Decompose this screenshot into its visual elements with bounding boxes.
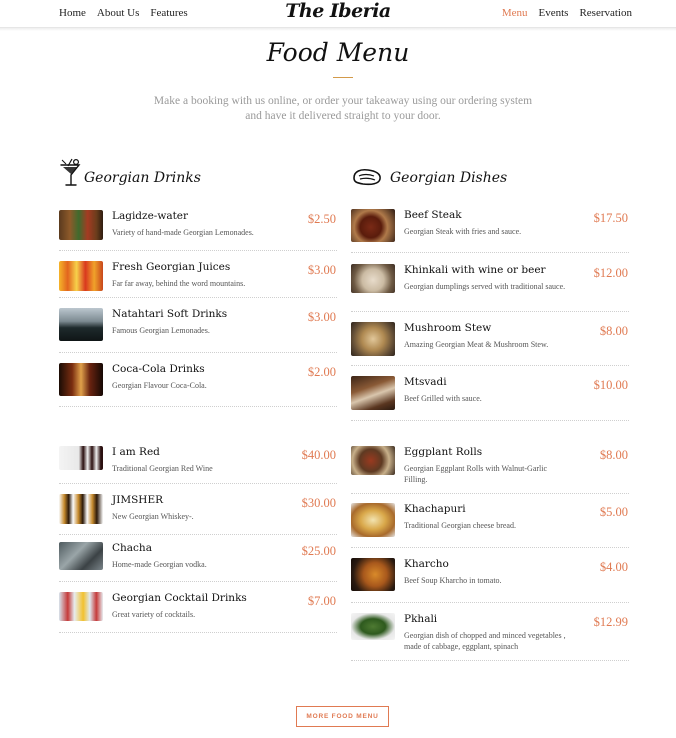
item-price: $2.50 [307,212,336,226]
item-name: Khinkali with wine or beer [404,264,546,276]
item-description: Georgian Steak with fries and sauce. [404,227,522,236]
title-divider [333,77,353,78]
item-photo [351,613,395,640]
item-name: Mushroom Stew [404,322,492,334]
item-name: Beef Steak [404,209,462,221]
item-description: Traditional Georgian Red Wine [112,464,213,473]
item-price: $12.00 [593,266,628,280]
item-description: Georgian dumplings served with tradition… [404,282,566,291]
item-name: I am Red [112,446,160,458]
dishes-section-header: Georgian Dishes [351,163,629,203]
item-price: $8.00 [599,324,628,338]
item-photo [351,376,395,410]
item-description: Far far away, behind the word mountains. [112,279,246,288]
item-description: Home-made Georgian vodka. [112,560,207,569]
menu-item[interactable]: Khinkali with wine or beer Georgian dump… [351,264,629,312]
item-description: Variety of hand-made Georgian Lemonades. [112,228,254,237]
item-description: Traditional Georgian cheese bread. [404,521,516,530]
item-price: $4.00 [599,560,628,574]
item-price: $7.00 [307,594,336,608]
item-name: Georgian Cocktail Drinks [112,592,247,604]
menu-item[interactable]: Khachapuri Traditional Georgian cheese b… [351,503,629,548]
item-price: $17.50 [593,211,628,225]
menu-item[interactable]: I am Red Traditional Georgian Red Wine $… [59,446,337,484]
item-description: Beef Soup Kharcho in tomato. [404,576,502,585]
item-price: $40.00 [301,448,336,462]
more-food-menu-button[interactable]: MORE FOOD MENU [296,706,389,727]
item-photo [351,209,395,242]
item-name: Chacha [112,542,152,554]
nav-link-menu[interactable]: Menu [502,7,528,19]
item-photo [59,592,103,621]
page-title: Food Menu [266,38,410,67]
intro-text: Make a booking with us online, or order … [153,95,533,122]
menu-item[interactable]: Coca-Cola Drinks Georgian Flavour Coca-C… [59,363,337,407]
item-description: Georgian Flavour Coca-Cola. [112,381,207,390]
dishes-column: Georgian Dishes Beef Steak Georgian Stea… [351,163,629,661]
item-name: Khachapuri [404,503,466,515]
menu-item[interactable]: Beef Steak Georgian Steak with fries and… [351,209,629,253]
item-description: Georgian Eggplant Rolls with Walnut-Garl… [404,464,548,484]
item-name: Natahtari Soft Drinks [112,308,228,320]
menu-item[interactable]: JIMSHER New Georgian Whiskey-. $30.00 [59,494,337,535]
nav-right-links: Menu Events Reservation [502,7,632,19]
item-price: $3.00 [307,310,336,324]
item-name: Kharcho [404,558,449,570]
item-name: Lagidze-water [112,210,189,222]
item-photo [351,446,395,475]
item-photo [351,322,395,356]
menu-item[interactable]: Fresh Georgian Juices Far far away, behi… [59,261,337,298]
item-photo [59,210,103,240]
menu-item[interactable]: Eggplant Rolls Georgian Eggplant Rolls w… [351,446,629,494]
menu-item[interactable]: Mtsvadi Beef Grilled with sauce. $10.00 [351,376,629,421]
top-navigation: Home About Us Features The Iberia Menu E… [0,0,676,28]
item-price: $5.00 [599,505,628,519]
item-name: Coca-Cola Drinks [112,363,205,375]
item-price: $2.00 [307,365,336,379]
cocktail-icon [59,157,81,193]
item-photo [59,261,103,291]
menu-item[interactable]: Georgian Cocktail Drinks Great variety o… [59,592,337,633]
steak-icon [351,167,383,191]
item-price: $3.00 [307,263,336,277]
item-photo [351,558,395,591]
menu-item[interactable]: Kharcho Beef Soup Kharcho in tomato. $4.… [351,558,629,603]
menu-item[interactable]: Natahtari Soft Drinks Famous Georgian Le… [59,308,337,353]
item-name: Pkhali [404,613,438,625]
item-description: Georgian dish of chopped and minced vege… [404,631,566,651]
item-price: $8.00 [599,448,628,462]
item-photo [59,363,103,396]
nav-divider [0,28,676,31]
item-price: $30.00 [301,496,336,510]
item-price: $25.00 [301,544,336,558]
item-price: $12.99 [593,615,628,629]
nav-link-events[interactable]: Events [539,7,569,19]
item-name: Eggplant Rolls [404,446,483,458]
item-name: Mtsvadi [404,376,447,388]
item-photo [351,503,395,537]
drinks-section-title: Georgian Drinks [84,170,201,186]
item-name: Fresh Georgian Juices [112,261,231,273]
item-photo [59,446,103,470]
item-photo [59,494,103,524]
item-price: $10.00 [593,378,628,392]
item-photo [351,264,395,293]
item-name: JIMSHER [112,494,164,506]
item-description: New Georgian Whiskey-. [112,512,194,521]
item-photo [59,542,103,570]
nav-link-reservation[interactable]: Reservation [579,7,632,19]
item-description: Amazing Georgian Meat & Mushroom Stew. [404,340,549,349]
item-photo [59,308,103,341]
menu-item[interactable]: Chacha Home-made Georgian vodka. $25.00 [59,542,337,582]
drinks-section-header: Georgian Drinks [59,157,337,197]
item-description: Great variety of cocktails. [112,610,196,619]
item-description: Famous Georgian Lemonades. [112,326,210,335]
drinks-column: Georgian Drinks Lagidze-water Variety of… [59,157,337,633]
dishes-section-title: Georgian Dishes [390,170,508,186]
menu-item[interactable]: Lagidze-water Variety of hand-made Georg… [59,210,337,251]
item-description: Beef Grilled with sauce. [404,394,482,403]
menu-item[interactable]: Pkhali Georgian dish of chopped and minc… [351,613,629,661]
menu-item[interactable]: Mushroom Stew Amazing Georgian Meat & Mu… [351,322,629,366]
